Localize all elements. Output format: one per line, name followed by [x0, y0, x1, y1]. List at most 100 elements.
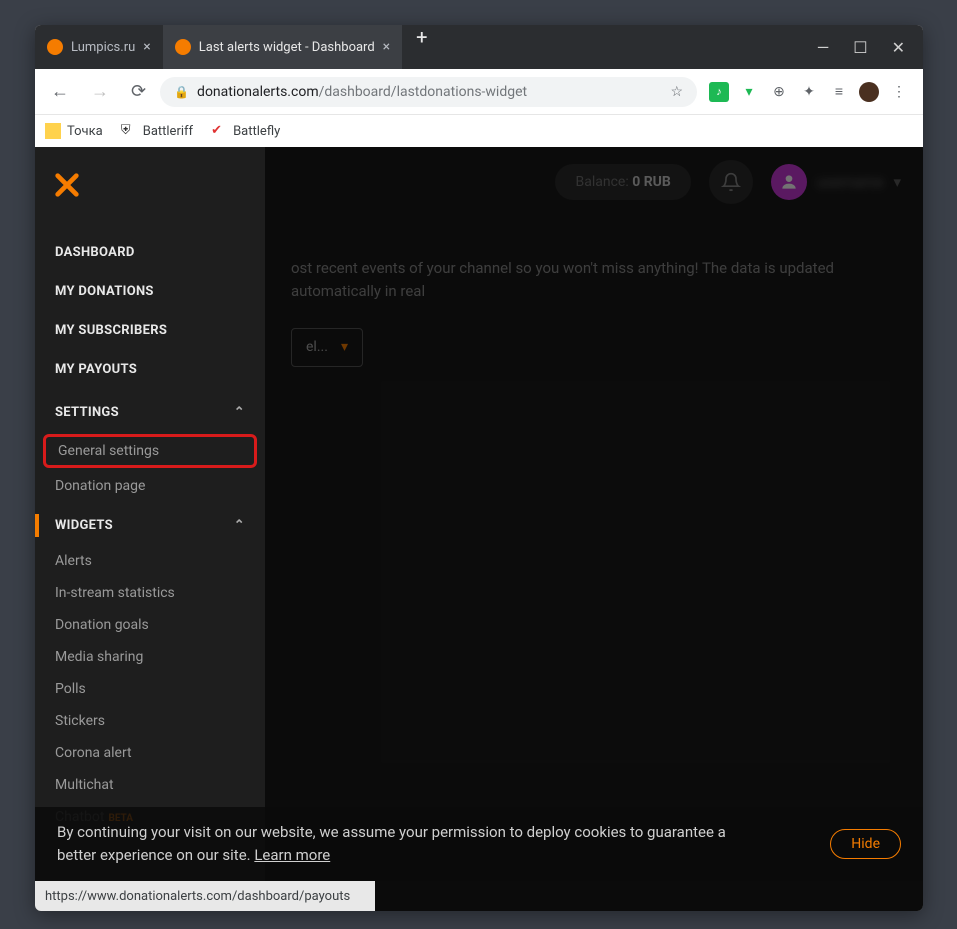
profile-avatar[interactable]	[859, 82, 879, 102]
chevron-up-icon: ⌃	[234, 405, 245, 420]
nav-donation-page[interactable]: Donation page	[35, 470, 265, 502]
tab-strip: Lumpics.ru × Last alerts widget - Dashbo…	[35, 25, 799, 69]
bookmark-icon	[45, 123, 61, 139]
nav-widgets[interactable]: Widgets ⌃	[35, 506, 265, 545]
sidebar: Dashboard My donations My subscribers My…	[35, 147, 265, 911]
nav-label: My donations	[55, 284, 154, 299]
dropdown-value: el...	[306, 337, 328, 359]
page-description: ost recent events of your channel so you…	[291, 257, 897, 304]
back-button[interactable]: ←	[43, 77, 77, 106]
bookmark-label: Battlefly	[233, 124, 280, 139]
ext-shield-icon[interactable]: ▾	[739, 82, 759, 102]
nav-label: Donation page	[55, 478, 145, 494]
nav-polls[interactable]: Polls	[35, 673, 265, 705]
cookie-line: better experience on our site.	[57, 846, 251, 864]
browser-window: Lumpics.ru × Last alerts widget - Dashbo…	[35, 25, 923, 911]
tab-title: Lumpics.ru	[71, 40, 135, 55]
bookmark-label: Точка	[67, 124, 103, 139]
notifications-button[interactable]	[709, 160, 753, 204]
menu-icon[interactable]: ⋮	[889, 82, 909, 102]
extensions-icon[interactable]: ✦	[799, 82, 819, 102]
tab-dashboard[interactable]: Last alerts widget - Dashboard ×	[163, 25, 402, 69]
nav-label: My subscribers	[55, 323, 167, 338]
app-content: Balance: 0 RUB username ▾ ost recent eve…	[35, 147, 923, 911]
nav-general-settings[interactable]: General settings	[43, 434, 257, 468]
new-tab-button[interactable]: +	[402, 25, 441, 69]
bookmark-tochka[interactable]: Точка	[45, 123, 103, 139]
nav-instream-stats[interactable]: In-stream statistics	[35, 577, 265, 609]
close-button[interactable]: ✕	[892, 38, 905, 57]
app-header: Balance: 0 RUB username ▾	[265, 147, 923, 217]
main-area: ost recent events of your channel so you…	[265, 257, 923, 367]
nav-label: Stickers	[55, 713, 105, 729]
filter-dropdown[interactable]: el... ▾	[291, 328, 363, 368]
nav-label: Corona alert	[55, 745, 132, 761]
nav-label: My payouts	[55, 362, 137, 377]
nav-label: Polls	[55, 681, 86, 697]
close-icon[interactable]: ×	[143, 39, 150, 55]
bookmark-battleriff[interactable]: ⛨ Battleriff	[121, 123, 193, 139]
nav-settings[interactable]: Settings ⌃	[35, 393, 265, 432]
forward-button[interactable]: →	[83, 77, 117, 106]
nav-my-donations[interactable]: My donations	[35, 272, 265, 311]
url-input[interactable]: 🔒 donationalerts.com /dashboard/lastdona…	[160, 77, 697, 107]
window-controls: — ☐ ✕	[799, 38, 923, 57]
caret-down-icon: ▾	[341, 337, 348, 359]
nav-dashboard[interactable]: Dashboard	[35, 233, 265, 272]
favicon	[175, 39, 191, 55]
nav-label: In-stream statistics	[55, 585, 175, 601]
nav-alerts[interactable]: Alerts	[35, 545, 265, 577]
url-domain: donationalerts.com	[197, 84, 319, 100]
balance-pill[interactable]: Balance: 0 RUB	[555, 164, 690, 200]
hover-url: https://www.donationalerts.com/dashboard…	[45, 889, 350, 904]
nav-list: Dashboard My donations My subscribers My…	[35, 233, 265, 833]
extension-icons: ♪ ▾ ⊕ ✦ ≡ ⋮	[703, 82, 915, 102]
titlebar: Lumpics.ru × Last alerts widget - Dashbo…	[35, 25, 923, 69]
nav-label: Alerts	[55, 553, 92, 569]
chevron-down-icon: ▾	[893, 173, 901, 191]
hide-button[interactable]: Hide	[830, 829, 901, 859]
learn-more-link[interactable]: Learn more	[254, 846, 330, 864]
url-path: /dashboard/lastdonations-widget	[319, 84, 528, 100]
user-avatar	[771, 164, 807, 200]
address-bar: ← → ⟳ 🔒 donationalerts.com /dashboard/la…	[35, 69, 923, 115]
tab-title: Last alerts widget - Dashboard	[199, 40, 375, 55]
close-icon[interactable]: ×	[383, 39, 390, 55]
bookmark-icon: ⛨	[121, 123, 137, 139]
nav-label: Multichat	[55, 777, 114, 793]
username: username	[817, 173, 884, 191]
cookie-line: By continuing your visit on our website,…	[57, 823, 726, 841]
cookie-text: By continuing your visit on our website,…	[57, 821, 726, 868]
user-menu[interactable]: username ▾	[771, 164, 901, 200]
nav-label: Donation goals	[55, 617, 149, 633]
bookmarks-bar: Точка ⛨ Battleriff ✔ Battlefly	[35, 115, 923, 147]
maximize-button[interactable]: ☐	[853, 38, 867, 57]
nav-corona-alert[interactable]: Corona alert	[35, 737, 265, 769]
nav-label: Settings	[55, 405, 119, 420]
person-icon	[779, 172, 799, 192]
nav-multichat[interactable]: Multichat	[35, 769, 265, 801]
status-bar: https://www.donationalerts.com/dashboard…	[35, 881, 375, 911]
cookie-banner: By continuing your visit on our website,…	[35, 807, 923, 882]
nav-stickers[interactable]: Stickers	[35, 705, 265, 737]
ext-music-icon[interactable]: ♪	[709, 82, 729, 102]
nav-label: Widgets	[55, 518, 113, 533]
minimize-button[interactable]: —	[817, 38, 830, 57]
star-icon[interactable]: ☆	[670, 84, 683, 100]
ext-list-icon[interactable]: ≡	[829, 82, 849, 102]
nav-my-payouts[interactable]: My payouts	[35, 350, 265, 389]
lock-icon: 🔒	[174, 85, 189, 99]
ext-globe-icon[interactable]: ⊕	[769, 82, 789, 102]
favicon	[47, 39, 63, 55]
tab-lumpics[interactable]: Lumpics.ru ×	[35, 25, 163, 69]
nav-label: General settings	[58, 443, 159, 459]
nav-my-subscribers[interactable]: My subscribers	[35, 311, 265, 350]
balance-value: 0 RUB	[632, 174, 671, 190]
bookmark-battlefly[interactable]: ✔ Battlefly	[211, 123, 280, 139]
nav-media-sharing[interactable]: Media sharing	[35, 641, 265, 673]
balance-label: Balance:	[575, 174, 628, 190]
reload-button[interactable]: ⟳	[123, 77, 154, 106]
sidebar-close-button[interactable]	[35, 165, 265, 233]
nav-donation-goals[interactable]: Donation goals	[35, 609, 265, 641]
chevron-up-icon: ⌃	[234, 518, 245, 533]
